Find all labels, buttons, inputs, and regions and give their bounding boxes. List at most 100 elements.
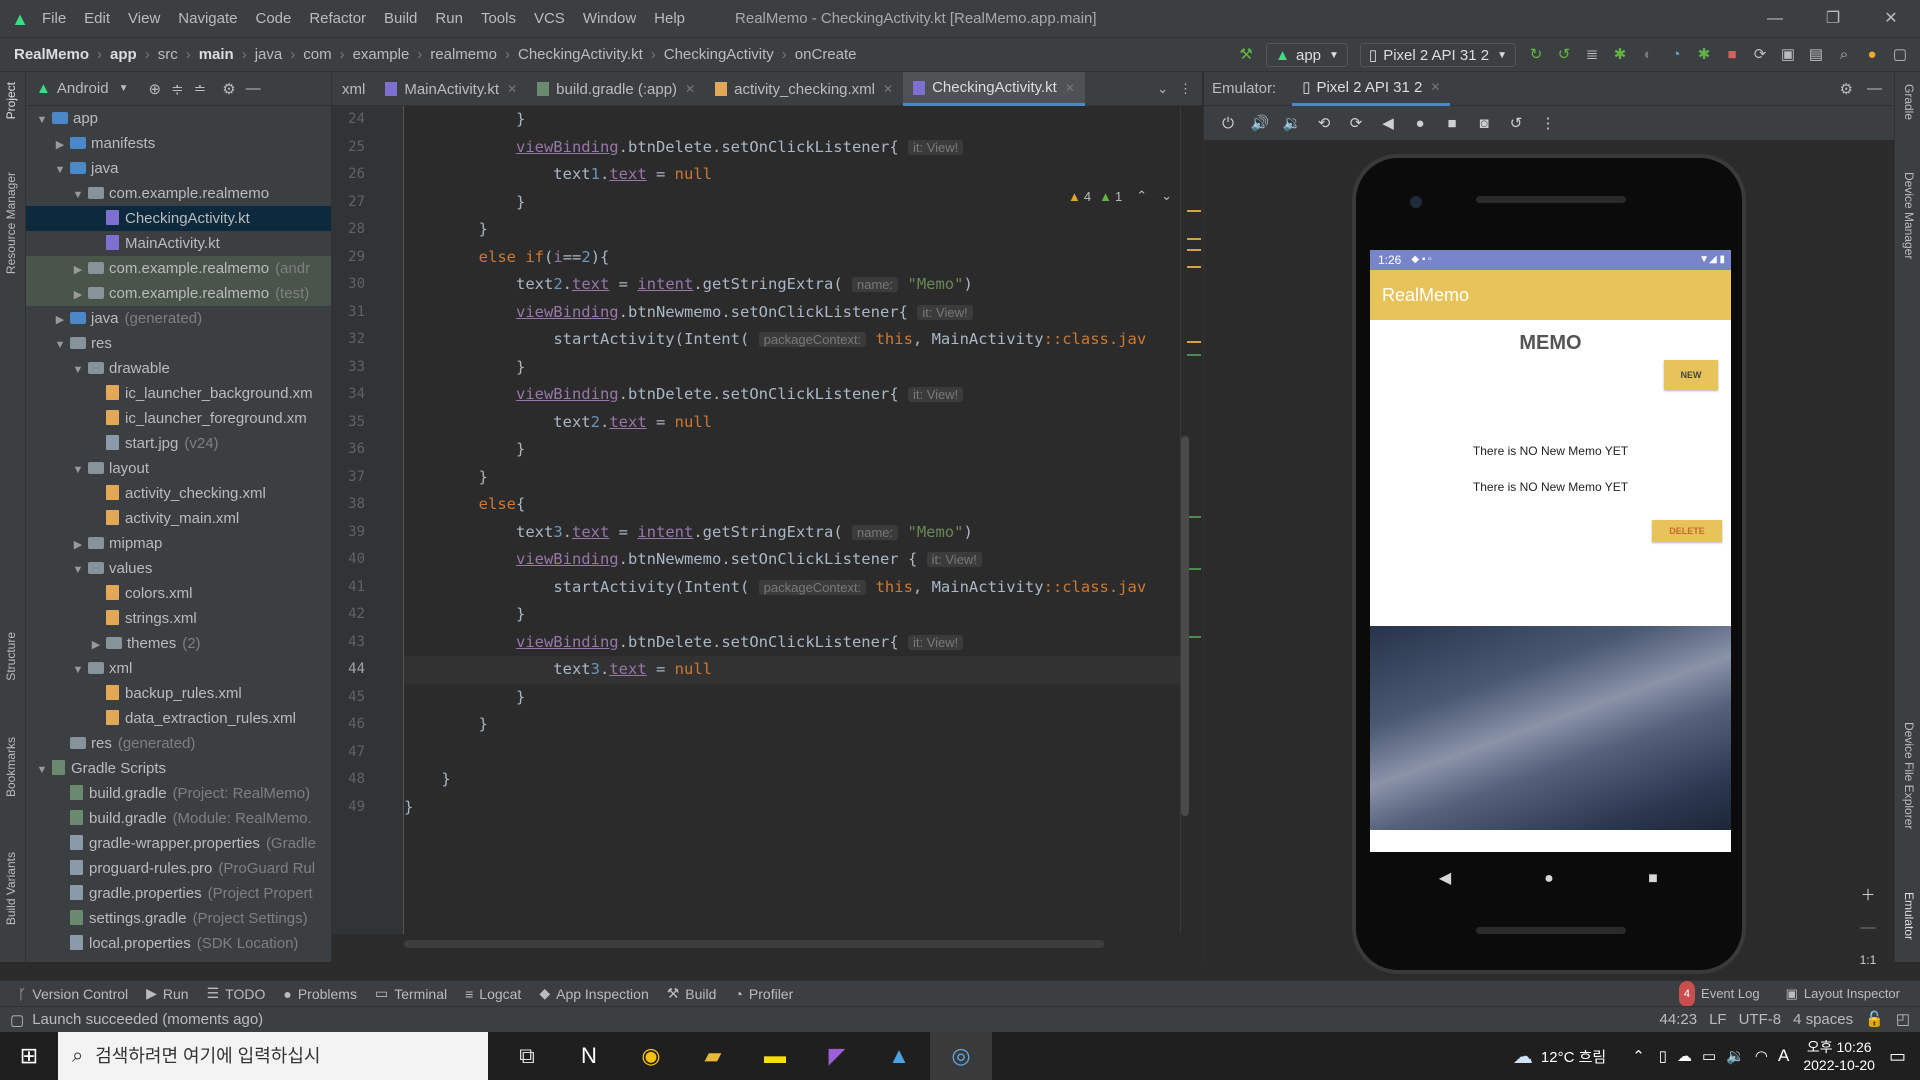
wifi-icon[interactable]: ◠ bbox=[1755, 1047, 1768, 1065]
screenshot-icon[interactable]: ◙ bbox=[1468, 115, 1500, 132]
tool-window-logcat[interactable]: ≡ Logcat bbox=[465, 986, 521, 1002]
code-line[interactable]: viewBinding.btnDelete.setOnClickListener… bbox=[404, 134, 1180, 162]
profile-icon[interactable]: ◐ bbox=[1634, 38, 1662, 72]
code-line[interactable]: } bbox=[404, 684, 1180, 712]
code-line[interactable]: viewBinding.btnDelete.setOnClickListener… bbox=[404, 629, 1180, 657]
coverage-icon[interactable]: ≣ bbox=[1578, 38, 1606, 72]
tree-item[interactable]: MainActivity.kt bbox=[26, 231, 331, 256]
tree-item[interactable]: activity_main.xml bbox=[26, 506, 331, 531]
run-config-select[interactable]: ▲ app ▼ bbox=[1266, 43, 1348, 67]
home-icon[interactable]: ● bbox=[1404, 115, 1436, 132]
menu-window[interactable]: Window bbox=[583, 10, 636, 27]
device-manager-icon[interactable]: ▣ bbox=[1774, 38, 1802, 72]
code-line[interactable]: } bbox=[404, 601, 1180, 629]
code-line[interactable]: } bbox=[404, 711, 1180, 739]
resource-manager-tool-tab[interactable]: Resource Manager bbox=[4, 172, 18, 274]
tree-item[interactable]: ▼ layout bbox=[26, 456, 331, 481]
menu-edit[interactable]: Edit bbox=[84, 10, 110, 27]
onedrive-icon[interactable]: ☁ bbox=[1677, 1047, 1692, 1065]
breadcrumb-item[interactable]: CheckingActivity bbox=[664, 46, 774, 63]
task-view-icon[interactable]: ⧉ bbox=[496, 1032, 558, 1080]
volume-down-icon[interactable]: 🔉 bbox=[1276, 114, 1308, 132]
sdk-manager-icon[interactable]: ▤ bbox=[1802, 38, 1830, 72]
code-line[interactable] bbox=[404, 739, 1180, 767]
expanded-arrow-icon[interactable]: ▼ bbox=[70, 183, 86, 208]
tree-item[interactable]: data_extraction_rules.xml bbox=[26, 706, 331, 731]
sync-gradle-icon[interactable]: ⟳ bbox=[1746, 38, 1774, 72]
photos-icon[interactable]: ▲ bbox=[868, 1032, 930, 1080]
inspection-widget[interactable]: ▲ 4 ▲ 1 ⌃ ⌄ bbox=[1068, 188, 1172, 204]
tool-window-terminal[interactable]: ▭ Terminal bbox=[375, 985, 447, 1002]
code-line[interactable]: else if(i==2){ bbox=[404, 244, 1180, 272]
code-line[interactable]: text3.text = intent.getStringExtra( name… bbox=[404, 519, 1180, 547]
update-icon[interactable]: ● bbox=[1858, 38, 1886, 72]
tree-item[interactable]: CheckingActivity.kt bbox=[26, 206, 331, 231]
code-line[interactable]: } bbox=[404, 354, 1180, 382]
emulator-tool-tab[interactable]: Emulator bbox=[1902, 892, 1916, 940]
project-tool-tab[interactable]: Project bbox=[4, 82, 18, 119]
close-tab-icon[interactable]: ✕ bbox=[1430, 72, 1440, 103]
close-tab-icon[interactable]: ✕ bbox=[507, 82, 517, 96]
expanded-arrow-icon[interactable]: ▼ bbox=[70, 658, 86, 683]
rerun-icon[interactable]: ↻ bbox=[1522, 38, 1550, 72]
editor-tab[interactable]: CheckingActivity.kt ✕ bbox=[903, 72, 1085, 106]
delete-button[interactable]: DELETE bbox=[1652, 520, 1722, 542]
new-memo-button[interactable]: NEW bbox=[1664, 360, 1718, 390]
expanded-arrow-icon[interactable]: ▼ bbox=[52, 333, 68, 358]
tree-item[interactable]: backup_rules.xml bbox=[26, 681, 331, 706]
memory-indicator-icon[interactable]: ◰ bbox=[1896, 1007, 1910, 1033]
nav-home-icon[interactable]: ● bbox=[1497, 870, 1601, 888]
tree-item[interactable]: strings.xml bbox=[26, 606, 331, 631]
tree-item[interactable]: ▶ themes (2) bbox=[26, 631, 331, 656]
close-tab-icon[interactable]: ✕ bbox=[883, 82, 893, 96]
device-file-explorer-tool-tab[interactable]: Device File Explorer bbox=[1902, 722, 1916, 829]
tree-item[interactable]: colors.xml bbox=[26, 581, 331, 606]
hammer-icon[interactable]: ⚒ bbox=[1232, 38, 1260, 72]
network-device-icon[interactable]: ▯ bbox=[1659, 1047, 1667, 1065]
debug-icon[interactable]: ✱ bbox=[1606, 38, 1634, 72]
next-highlight-icon[interactable]: ⌄ bbox=[1161, 188, 1172, 204]
code-line[interactable]: viewBinding.btnDelete.setOnClickListener… bbox=[404, 381, 1180, 409]
project-view-select[interactable]: Android bbox=[57, 80, 109, 97]
editor-tab[interactable]: xml bbox=[332, 72, 375, 106]
tree-item[interactable]: settings.gradle (Project Settings) bbox=[26, 906, 331, 931]
collapsed-arrow-icon[interactable]: ▶ bbox=[52, 133, 68, 158]
menu-refactor[interactable]: Refactor bbox=[309, 10, 366, 27]
device-select[interactable]: ▯ Pixel 2 API 31 2 ▼ bbox=[1359, 43, 1516, 67]
editor-scrollbar[interactable] bbox=[1180, 106, 1202, 934]
menu-build[interactable]: Build bbox=[384, 10, 417, 27]
stop-icon[interactable]: ■ bbox=[1718, 38, 1746, 72]
attach-debugger-icon[interactable]: ✱ bbox=[1690, 38, 1718, 72]
collapse-all-icon[interactable]: ≐ bbox=[194, 80, 207, 98]
breadcrumb-item[interactable]: com bbox=[303, 46, 331, 63]
more-icon[interactable]: ⋮ bbox=[1532, 114, 1564, 132]
tool-window-problems[interactable]: ● Problems bbox=[283, 986, 357, 1002]
windows-start-icon[interactable]: ⊞ bbox=[0, 1043, 58, 1069]
nav-back-icon[interactable]: ◀ bbox=[1393, 868, 1497, 888]
tree-item[interactable]: res (generated) bbox=[26, 731, 331, 756]
zoom-ratio-button[interactable]: 1:1 bbox=[1854, 944, 1882, 976]
emulator-device-tab[interactable]: ▯ Pixel 2 API 31 2 ✕ bbox=[1292, 72, 1451, 106]
breadcrumb-item[interactable]: src bbox=[158, 46, 178, 63]
tool-window-app-inspection[interactable]: ◆ App Inspection bbox=[539, 985, 648, 1002]
tree-item[interactable]: ▶ mipmap bbox=[26, 531, 331, 556]
event-log-tab[interactable]: Event Log bbox=[1701, 981, 1760, 1007]
show-hidden-icons-icon[interactable]: ⌃ bbox=[1632, 1047, 1645, 1065]
apply-changes-icon[interactable]: ↺ bbox=[1550, 38, 1578, 72]
lock-icon[interactable]: 🔓 bbox=[1865, 1007, 1884, 1033]
tree-item[interactable]: proguard-rules.pro (ProGuard Rul bbox=[26, 856, 331, 881]
code-line[interactable]: } bbox=[404, 464, 1180, 492]
visual-studio-icon[interactable]: ◤ bbox=[806, 1032, 868, 1080]
file-encoding[interactable]: UTF-8 bbox=[1739, 1007, 1782, 1033]
tree-item[interactable]: ▼ xml bbox=[26, 656, 331, 681]
caret-position[interactable]: 44:23 bbox=[1660, 1007, 1698, 1033]
previous-highlight-icon[interactable]: ⌃ bbox=[1136, 188, 1147, 204]
back-icon[interactable]: ◀ bbox=[1372, 114, 1404, 132]
tree-item[interactable]: local.properties (SDK Location) bbox=[26, 931, 331, 956]
code-line[interactable]: viewBinding.btnNewmemo.setOnClickListene… bbox=[404, 546, 1180, 574]
notion-icon[interactable]: N bbox=[558, 1032, 620, 1080]
hide-panel-icon[interactable]: — bbox=[1867, 80, 1882, 97]
code-editor[interactable]: } viewBinding.btnDelete.setOnClickListen… bbox=[404, 106, 1180, 934]
indent-setting[interactable]: 4 spaces bbox=[1793, 1007, 1853, 1033]
restore-icon[interactable]: ❐ bbox=[1804, 0, 1862, 38]
